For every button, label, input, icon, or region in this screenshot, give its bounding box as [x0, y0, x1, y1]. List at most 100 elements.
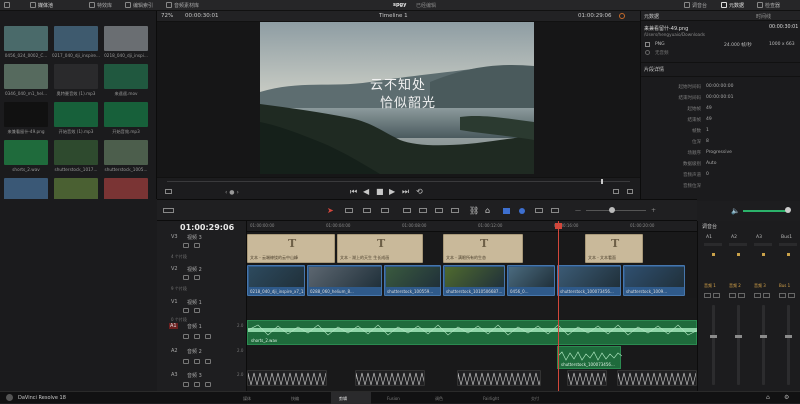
jump-start-icon[interactable]: ⏮	[350, 187, 357, 197]
pan-indicator[interactable]	[737, 253, 740, 256]
pan-indicator[interactable]	[787, 253, 790, 256]
page-tab[interactable]: 交付	[523, 392, 563, 404]
mixer-mute-button[interactable]	[788, 293, 795, 298]
scrubber-track[interactable]	[167, 181, 630, 182]
media-pool-icon[interactable]	[30, 2, 36, 8]
link-icon[interactable]: ⛓	[469, 206, 479, 215]
reverse-icon[interactable]: ◀	[363, 187, 369, 196]
track-lock-icon[interactable]	[183, 382, 189, 387]
track-enable-icon[interactable]	[194, 275, 200, 280]
mixer-solo-button[interactable]	[754, 293, 761, 298]
page-tab[interactable]: Fusion	[379, 392, 419, 404]
media-thumbnail[interactable]	[4, 140, 48, 165]
metadata-icon[interactable]	[721, 2, 727, 8]
sync-icon[interactable]	[619, 13, 625, 19]
mixer-fader[interactable]	[785, 305, 792, 385]
media-thumbnail[interactable]	[54, 26, 98, 51]
lock-icon[interactable]: ⌂	[485, 206, 490, 215]
inspector-tab[interactable]: 检查器	[765, 2, 780, 9]
timeline-view-icon[interactable]	[163, 208, 174, 213]
mixer-solo-button[interactable]	[729, 293, 736, 298]
track-v2-name[interactable]: 视频 2	[187, 266, 202, 273]
mixer-icon[interactable]	[684, 2, 690, 8]
selection-tool-icon[interactable]: ➤	[327, 206, 334, 215]
edit-index-icon[interactable]	[125, 2, 131, 8]
video-clip[interactable]: shutterstock_1009...	[623, 265, 685, 296]
track-v1-name[interactable]: 视频 1	[187, 299, 202, 306]
audio-clip-a3[interactable]	[247, 370, 327, 386]
pan-indicator[interactable]	[712, 253, 715, 256]
video-clip[interactable]: 0456_0...	[507, 265, 555, 296]
playhead[interactable]	[558, 221, 559, 391]
page-tab[interactable]: 快编	[283, 392, 323, 404]
mixer-mute-button[interactable]	[738, 293, 745, 298]
media-thumbnail[interactable]	[4, 64, 48, 89]
video-clip[interactable]: 0218_040_dji_inspire_x7_1...	[247, 265, 305, 296]
mixer-tab[interactable]: 调音台	[692, 2, 707, 9]
volume-icon[interactable]: 🔈	[731, 207, 740, 215]
edit-index-tab[interactable]: 编辑索引	[133, 2, 153, 9]
home-icon[interactable]: ⌂	[766, 394, 770, 401]
dynamic-trim-icon[interactable]	[363, 208, 371, 213]
fader-knob[interactable]	[760, 335, 767, 338]
frame-nav-icon[interactable]: ‹ ● ›	[225, 189, 239, 196]
timeline-tracks[interactable]: 01:00:00:00 01:00:04:00 01:00:08:00 01:00:1…	[247, 221, 697, 391]
zoom-level[interactable]: 72%	[161, 13, 173, 19]
stop-icon[interactable]: ■	[376, 187, 384, 196]
track-enable-icon[interactable]	[194, 308, 200, 313]
media-thumbnail[interactable]	[104, 140, 148, 165]
mixer-mute-button[interactable]	[763, 293, 770, 298]
media-thumbnail[interactable]	[4, 102, 48, 127]
insert-clip-icon[interactable]	[403, 208, 411, 213]
trim-tool-icon[interactable]	[345, 208, 353, 213]
cinema-icon[interactable]	[627, 189, 633, 194]
fullscreen-icon[interactable]	[613, 189, 619, 194]
jump-end-icon[interactable]: ⏭	[402, 187, 409, 197]
pan-indicator[interactable]	[762, 253, 765, 256]
mixer-fader[interactable]	[710, 305, 717, 385]
play-icon[interactable]: ▶	[389, 187, 395, 196]
title-clip[interactable]: T 文本 - 湖上的天生 生长成画	[337, 234, 423, 263]
title-clip[interactable]: T 文本 - 云端缭绕的云中山峰	[247, 234, 335, 263]
mixer-fader[interactable]	[760, 305, 767, 385]
track-lock-icon[interactable]	[183, 243, 189, 248]
snapping-icon[interactable]	[451, 208, 459, 213]
audio-clip-a1[interactable]: shorts_2.wav	[247, 320, 697, 345]
audio-clip-a3[interactable]	[355, 370, 425, 386]
video-clip[interactable]: shutterstock_100559...	[384, 265, 441, 296]
solo-icon[interactable]	[194, 382, 200, 387]
fader-knob[interactable]	[710, 335, 717, 338]
mute-icon[interactable]	[205, 382, 211, 387]
marker-icon[interactable]	[519, 208, 525, 214]
loop-icon[interactable]: ⟲	[416, 187, 423, 196]
playhead-marker[interactable]	[601, 179, 603, 184]
mixer-solo-button[interactable]	[704, 293, 711, 298]
flag-icon[interactable]	[503, 208, 510, 214]
audio-clip-a2[interactable]: shutterstock_100073456...	[557, 346, 622, 369]
track-a1-name[interactable]: 音频 1	[187, 323, 202, 330]
viewer-options-icon[interactable]	[165, 189, 172, 194]
metadata-tab[interactable]: 元数据	[729, 2, 744, 9]
zoom-detail-icon[interactable]	[551, 208, 559, 213]
page-tab[interactable]: 剪辑	[331, 392, 371, 404]
blade-tool-icon[interactable]	[381, 208, 389, 213]
audio-clip-a3[interactable]	[617, 370, 697, 386]
track-a2-name[interactable]: 音频 2	[187, 348, 202, 355]
overwrite-clip-icon[interactable]	[419, 208, 427, 213]
media-thumbnail[interactable]	[54, 102, 98, 127]
media-thumbnail[interactable]	[104, 64, 148, 89]
title-clip[interactable]: T 文本 - 满眼所有的生态	[443, 234, 523, 263]
zoom-in-icon[interactable]: +	[651, 207, 656, 214]
media-thumbnail[interactable]	[54, 140, 98, 165]
zoom-out-icon[interactable]: —	[575, 207, 581, 214]
replace-clip-icon[interactable]	[435, 208, 443, 213]
grid-icon[interactable]	[4, 2, 10, 8]
inspector-icon[interactable]	[757, 2, 763, 8]
mixer-mute-button[interactable]	[713, 293, 720, 298]
effects-icon[interactable]	[89, 2, 95, 8]
media-pool-tab[interactable]: 媒体池	[38, 2, 53, 9]
video-clip[interactable]: 0288_060_helium_8...	[307, 265, 382, 296]
video-frame[interactable]: 云不知处 恰似韶光	[260, 22, 534, 174]
track-v3-name[interactable]: 视频 3	[187, 234, 202, 241]
zoom-slider[interactable]	[586, 210, 646, 211]
